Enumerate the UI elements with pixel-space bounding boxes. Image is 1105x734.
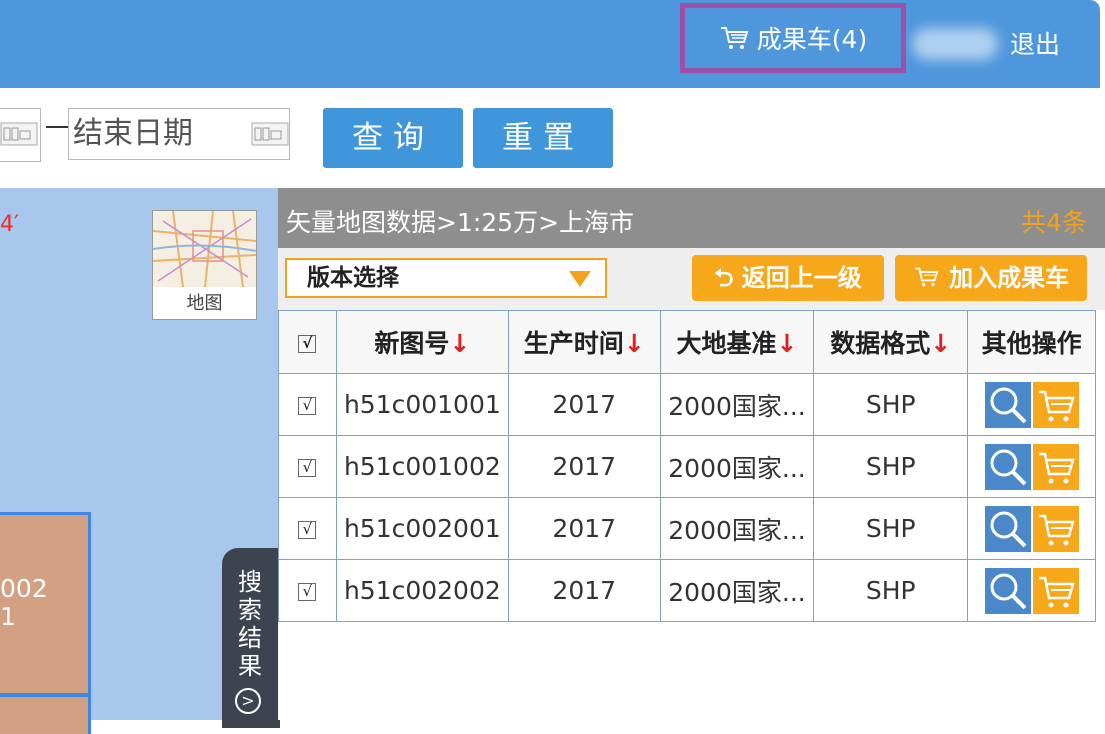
column-header-label: 数据格式 — [830, 329, 931, 358]
cart-icon — [1038, 576, 1075, 607]
basemap-switcher[interactable]: 地图 — [152, 210, 257, 320]
magnifier-icon — [990, 387, 1026, 423]
preview-button[interactable] — [984, 381, 1031, 428]
add-row-to-cart-button[interactable] — [1032, 567, 1079, 614]
cell-datum: 2000国家... — [659, 559, 815, 622]
cart-icon — [1038, 452, 1075, 483]
cell-year: 2017 — [507, 373, 661, 436]
cell-actions — [967, 373, 1096, 436]
row-checkbox[interactable]: √ — [298, 521, 317, 539]
table-row: √ h51c001002 2017 2000国家... SHP — [278, 435, 1096, 498]
calendar-icon[interactable] — [251, 122, 289, 146]
column-header-time[interactable]: 生产时间↓ — [507, 310, 661, 374]
map-thumbnail-icon — [153, 211, 256, 287]
table-row: √ h51c001001 2017 2000国家... SHP — [278, 373, 1096, 436]
chevron-right-icon: > — [235, 688, 261, 714]
breadcrumb: 矢量地图数据>1:25万>上海市 — [286, 208, 635, 237]
table-row: √ h51c002002 2017 2000国家... SHP — [278, 559, 1096, 622]
add-row-to-cart-button[interactable] — [1032, 443, 1079, 490]
reset-button[interactable]: 重置 — [473, 108, 613, 168]
map-thumbnail-label: 地图 — [186, 293, 223, 314]
row-checkbox[interactable]: √ — [298, 397, 317, 415]
cart-link[interactable]: 成果车(4) — [680, 3, 906, 73]
preview-button[interactable] — [984, 567, 1031, 614]
username-blurred — [912, 28, 998, 60]
cell-year: 2017 — [507, 435, 661, 498]
version-select[interactable]: 版本选择 — [285, 258, 607, 298]
column-header-datum[interactable]: 大地基准↓ — [659, 310, 815, 374]
date-range-dash: 一 — [45, 114, 69, 142]
cell-actions — [967, 559, 1096, 622]
cell-year: 2017 — [507, 497, 661, 560]
dropdown-caret-icon — [569, 271, 591, 287]
cart-link-label: 成果车(4) — [756, 25, 868, 54]
map-sheet-label: 002 1 — [0, 575, 48, 631]
cell-format: SHP — [813, 497, 969, 560]
cell-id: h51c001001 — [335, 373, 509, 436]
cell-actions — [967, 497, 1096, 560]
results-panel-header: 矢量地图数据>1:25万>上海市 共4条 — [278, 188, 1105, 248]
preview-button[interactable] — [984, 443, 1031, 490]
row-checkbox[interactable]: √ — [298, 459, 317, 477]
magnifier-icon — [990, 511, 1026, 547]
column-header-format[interactable]: 数据格式↓ — [813, 310, 969, 374]
logout-link[interactable]: 退出 — [1010, 25, 1060, 61]
result-count: 共4条 — [1021, 208, 1087, 237]
cell-format: SHP — [813, 559, 969, 622]
magnifier-icon — [990, 449, 1026, 485]
cart-icon — [1038, 390, 1075, 421]
magnifier-icon — [990, 573, 1026, 609]
cell-year: 2017 — [507, 559, 661, 622]
add-row-to-cart-button[interactable] — [1032, 381, 1079, 428]
sort-arrow-icon[interactable]: ↓ — [777, 329, 798, 358]
back-button[interactable]: ⮌ 返回上一级 — [692, 255, 884, 301]
cart-icon — [914, 267, 939, 287]
sort-arrow-icon[interactable]: ↓ — [449, 329, 470, 358]
map-sheet-label-line2: 1 — [0, 602, 16, 631]
sort-arrow-icon[interactable]: ↓ — [624, 329, 645, 358]
start-date-field[interactable] — [0, 108, 41, 162]
add-to-cart-button-label: 加入成果车 — [949, 264, 1070, 292]
column-header-label: 其他操作 — [981, 329, 1082, 358]
add-row-to-cart-button[interactable] — [1032, 505, 1079, 552]
cell-actions — [967, 435, 1096, 498]
back-button-label: 返回上一级 — [741, 264, 862, 292]
column-header-actions: 其他操作 — [967, 310, 1096, 374]
row-checkbox[interactable]: √ — [298, 583, 317, 601]
column-header-label: 生产时间 — [523, 329, 624, 358]
table-row: √ h51c002001 2017 2000国家... SHP — [278, 497, 1096, 560]
search-results-tab-label: 搜索结果 — [238, 568, 262, 680]
column-header-label: 大地基准 — [676, 329, 777, 358]
query-button[interactable]: 查询 — [323, 108, 463, 168]
table-header-row: √ 新图号↓ 生产时间↓ 大地基准↓ 数据格式↓ 其他操作 — [278, 310, 1096, 374]
cell-format: SHP — [813, 373, 969, 436]
cell-id: h51c002001 — [335, 497, 509, 560]
cell-id: h51c002002 — [335, 559, 509, 622]
version-select-value: 版本选择 — [307, 265, 399, 291]
cell-datum: 2000国家... — [659, 497, 815, 560]
column-header-id[interactable]: 新图号↓ — [335, 310, 509, 374]
map-sheet-tile[interactable] — [0, 694, 91, 734]
cart-icon — [720, 27, 749, 49]
select-all-checkbox[interactable]: √ — [298, 334, 317, 353]
select-all-checkbox-cell[interactable]: √ — [278, 310, 337, 374]
search-results-tab[interactable]: 搜索结果 > — [222, 548, 280, 728]
cell-datum: 2000国家... — [659, 373, 815, 436]
cell-id: h51c001002 — [335, 435, 509, 498]
calendar-icon[interactable] — [0, 122, 38, 146]
preview-button[interactable] — [984, 505, 1031, 552]
return-arrow-icon: ⮌ — [714, 264, 734, 292]
cart-icon — [1038, 514, 1075, 545]
cell-datum: 2000国家... — [659, 435, 815, 498]
add-to-cart-button[interactable]: 加入成果车 — [895, 255, 1087, 301]
sort-arrow-icon[interactable]: ↓ — [930, 329, 951, 358]
map-sheet-label-line1: 002 — [0, 574, 48, 603]
column-header-label: 新图号 — [374, 329, 450, 358]
cell-format: SHP — [813, 435, 969, 498]
results-table: √ 新图号↓ 生产时间↓ 大地基准↓ 数据格式↓ 其他操作 √ h51c0010… — [278, 310, 1096, 622]
map-coordinate-label: 4′ — [0, 212, 19, 237]
